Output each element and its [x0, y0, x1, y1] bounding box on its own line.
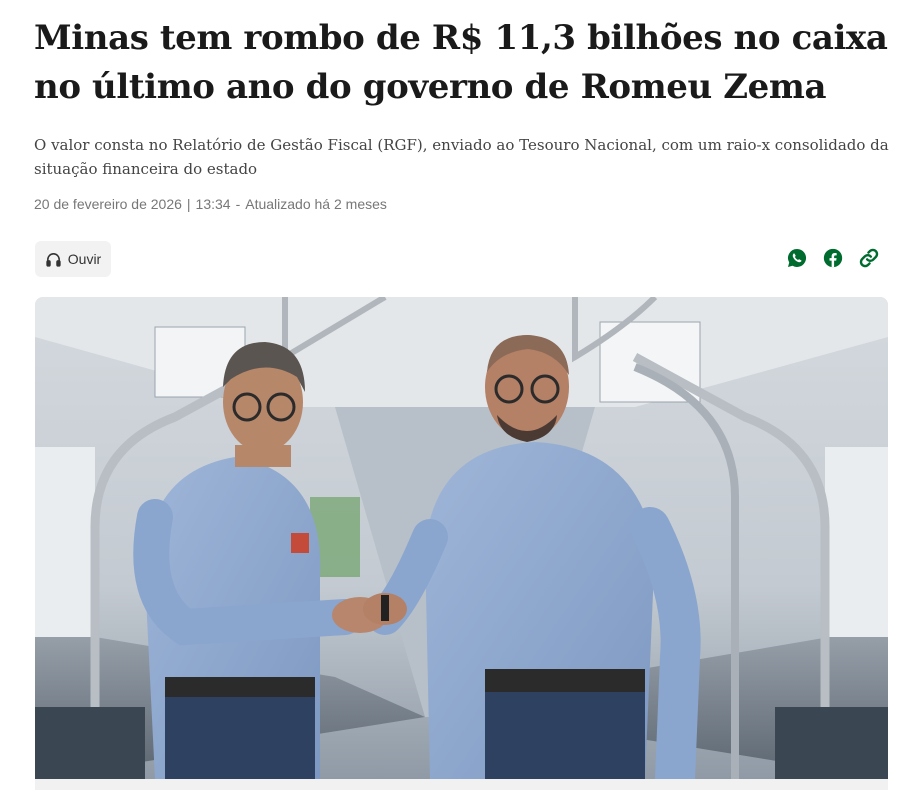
listen-label: Ouvir — [67, 251, 102, 267]
meta-separator: | — [186, 196, 191, 212]
article-photo — [35, 297, 888, 779]
headphones-icon — [46, 252, 61, 267]
meta-dash: - — [235, 196, 241, 212]
photo-caption-area — [35, 779, 888, 790]
publish-date: 20 de fevereiro de 2026 — [34, 196, 182, 212]
article-meta: 20 de fevereiro de 2026 | 13:34 - Atuali… — [34, 196, 387, 212]
share-bar — [786, 247, 880, 269]
listen-button[interactable]: Ouvir — [35, 241, 111, 277]
article-headline: Minas tem rombo de R$ 11,3 bilhões no ca… — [34, 18, 888, 107]
publish-time: 13:34 — [195, 196, 231, 212]
link-icon[interactable] — [858, 247, 880, 269]
whatsapp-icon[interactable] — [786, 247, 808, 269]
facebook-icon[interactable] — [822, 247, 844, 269]
updated-time: Atualizado há 2 meses — [245, 196, 387, 212]
article-subtitle: O valor consta no Relatório de Gestão Fi… — [34, 136, 889, 178]
article-photo-image — [35, 297, 888, 779]
